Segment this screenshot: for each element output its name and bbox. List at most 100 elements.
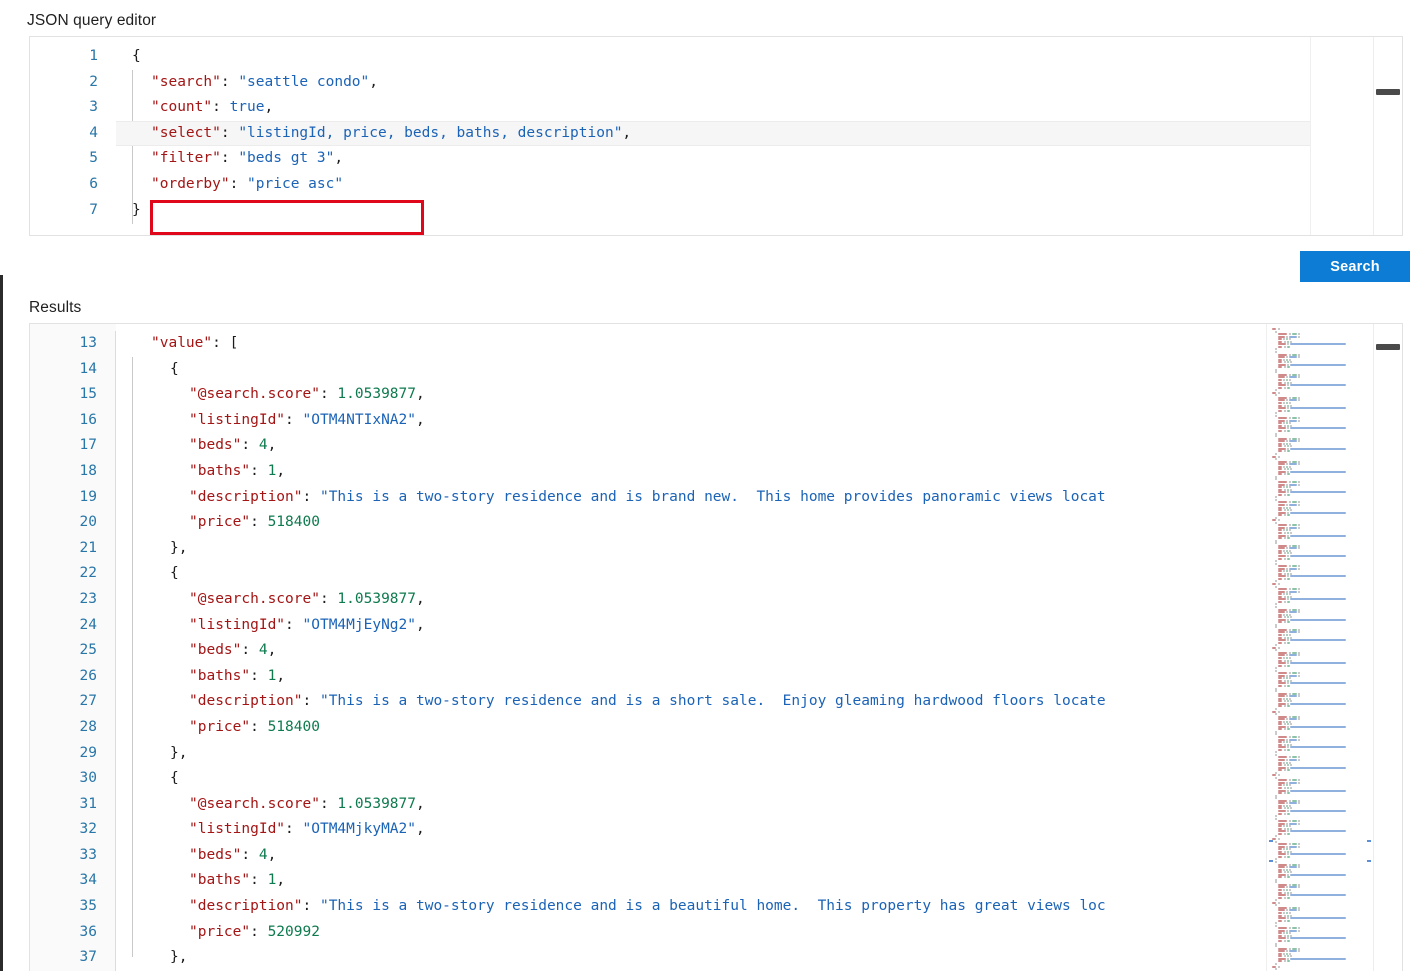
code-line[interactable]: "baths": 1, [116, 664, 1402, 690]
minimap-line [1275, 414, 1277, 417]
minimap-line [1286, 509, 1289, 512]
minimap-line [1286, 450, 1291, 453]
code-line[interactable]: "orderby": "price asc" [116, 172, 1402, 198]
minimap-line [1275, 817, 1277, 820]
token-punct: : [250, 667, 268, 684]
code-line[interactable]: "count": true, [116, 95, 1402, 121]
minimap-viewport-marker [1367, 840, 1371, 842]
token-num: 1.0539877 [337, 590, 416, 607]
minimap-line [1278, 758, 1285, 761]
code-line[interactable]: "search": "seattle condo", [116, 70, 1402, 96]
minimap-line [1286, 769, 1291, 772]
code-line[interactable]: "@search.score": 1.0539877, [116, 382, 1402, 408]
minimap-line [1290, 917, 1347, 920]
results-editor[interactable]: 13 14 15 16 17 18 19 20 21 22 23 24 25 26 27 28 29 30 31 32… [29, 323, 1403, 971]
minimap-line [1288, 736, 1291, 738]
code-line[interactable]: "description": "This is a two-story resi… [116, 894, 1402, 920]
token-punct: : [250, 718, 268, 735]
minimap-line [1282, 634, 1285, 636]
code-line[interactable]: "listingId": "OTM4MjkyMA2", [116, 817, 1402, 843]
code-line[interactable]: "price": 520992 [116, 920, 1402, 946]
minimap-line [1278, 621, 1283, 624]
minimap-line [1291, 565, 1298, 568]
code-line[interactable]: { [116, 357, 1402, 383]
minimap-line [1290, 725, 1347, 728]
minimap-line [1288, 927, 1291, 930]
code-line[interactable]: } [116, 198, 1402, 224]
scrollbar-thumb[interactable] [1376, 89, 1400, 95]
code-line[interactable]: "price": 518400 [116, 715, 1402, 741]
minimap-line [1290, 491, 1347, 494]
minimap-line [1282, 338, 1285, 341]
code-line[interactable]: "filter": "beds gt 3", [116, 146, 1402, 172]
query-editor-minimap[interactable] [1310, 37, 1373, 235]
minimap-line [1283, 532, 1286, 534]
code-line[interactable]: "@search.score": 1.0539877, [116, 792, 1402, 818]
code-line[interactable]: { [116, 44, 1402, 70]
minimap-line [1283, 764, 1286, 767]
minimap-line [1278, 338, 1282, 341]
code-line[interactable]: { [116, 561, 1402, 587]
query-editor-code-area[interactable]: {"search": "seattle condo", "count": true… [116, 37, 1402, 235]
minimap-line [1278, 634, 1282, 636]
minimap-line [1278, 960, 1283, 963]
json-query-editor[interactable]: 1234567 {"search": "seattle condo", "coun… [29, 36, 1403, 236]
minimap-line [1278, 493, 1283, 496]
code-line[interactable]: { [116, 766, 1402, 792]
token-key: "description" [189, 488, 303, 505]
line-number: 26 [79, 667, 97, 684]
minimap-line [1298, 886, 1301, 889]
minimap-line [1289, 866, 1298, 869]
token-punct: , [264, 99, 274, 116]
minimap-line [1286, 656, 1289, 659]
minimap-line [1283, 728, 1286, 731]
code-line[interactable]: }, [116, 536, 1402, 562]
minimap-line [1298, 565, 1301, 568]
minimap-line [1278, 611, 1285, 614]
token-punct: : [ [212, 335, 239, 351]
results-editor-scrollbar[interactable] [1373, 324, 1402, 971]
code-line[interactable]: "baths": 1, [116, 868, 1402, 894]
code-line[interactable]: "beds": 4, [116, 843, 1402, 869]
minimap-line [1286, 430, 1291, 432]
scrollbar-thumb[interactable] [1376, 344, 1400, 350]
code-line[interactable]: }, [116, 945, 1402, 971]
results-editor-code-area[interactable]: "value": [{"@search.score": 1.0539877, "l… [116, 324, 1402, 971]
minimap-line [1298, 758, 1301, 761]
minimap-line [1283, 600, 1286, 603]
minimap-line [1283, 361, 1286, 364]
code-line[interactable]: "description": "This is a two-story resi… [116, 485, 1402, 511]
token-key: "@search.score" [189, 795, 320, 812]
minimap-line [1278, 616, 1283, 619]
minimap-line [1286, 514, 1291, 517]
code-line[interactable]: "@search.score": 1.0539877, [116, 587, 1402, 613]
minimap-line [1286, 445, 1289, 448]
minimap-line [1286, 787, 1289, 789]
search-button[interactable]: Search [1300, 251, 1410, 282]
code-line[interactable]: }, [116, 741, 1402, 767]
minimap-line [1287, 746, 1290, 749]
minimap-line [1286, 537, 1291, 540]
minimap-line [1298, 419, 1301, 422]
minimap-line [1298, 588, 1301, 591]
token-punct: : [212, 99, 230, 116]
code-line[interactable]: "select": "listingId, price, beds, baths… [116, 121, 1402, 147]
minimap-line [1275, 626, 1277, 629]
code-line[interactable]: "listingId": "OTM4NTIxNA2", [116, 408, 1402, 434]
code-line[interactable]: "listingId": "OTM4MjEyNg2", [116, 613, 1402, 639]
results-editor-minimap[interactable] [1266, 324, 1373, 971]
code-line[interactable]: "baths": 1, [116, 459, 1402, 485]
line-number: 35 [79, 898, 97, 915]
query-editor-gutter: 1 2 3 4 5 6 7 [30, 37, 116, 235]
minimap-line [1278, 361, 1283, 364]
code-line[interactable]: "price": 518400 [116, 510, 1402, 536]
code-line[interactable]: "description": "This is a two-story resi… [116, 689, 1402, 715]
code-line[interactable]: "beds": 4, [116, 433, 1402, 459]
code-line[interactable]: "beds": 4, [116, 638, 1402, 664]
minimap-line [1278, 554, 1287, 557]
query-editor-scrollbar[interactable] [1373, 37, 1402, 235]
minimap-line [1275, 649, 1277, 652]
code-line[interactable]: "value": [ [116, 331, 1402, 357]
token-punct: : [229, 175, 248, 192]
minimap-line [1298, 822, 1301, 825]
